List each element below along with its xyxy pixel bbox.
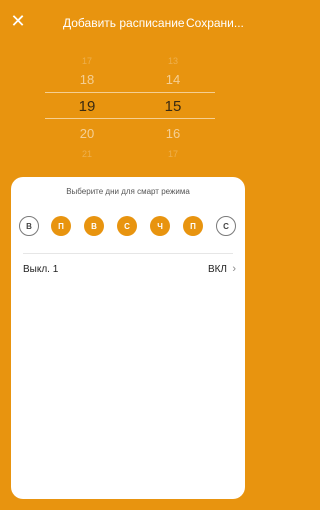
chevron-right-icon: › [232,263,236,275]
day-toggle-saturday[interactable]: С [216,216,236,236]
day-toggle-monday[interactable]: П [51,216,71,236]
hour-option[interactable]: 18 [57,72,117,87]
day-toggle-thursday[interactable]: Ч [150,216,170,236]
hour-option[interactable]: 17 [57,56,117,66]
picker-selection-line-bottom [45,118,215,119]
top-bar: ✕ Добавить расписание Сохрани... [0,0,251,42]
divider [23,253,233,254]
hour-selected[interactable]: 19 [57,98,117,115]
day-toggle-sunday[interactable]: В [19,216,39,236]
setting-row-label: Выкл. 1 [23,264,59,275]
minute-option[interactable]: 17 [143,149,203,159]
save-button[interactable]: Сохрани... [186,16,248,30]
day-toggle-wednesday[interactable]: С [117,216,137,236]
minute-option[interactable]: 14 [143,72,203,87]
day-toggle-tuesday[interactable]: В [84,216,104,236]
day-toggle-friday[interactable]: П [183,216,203,236]
hour-option[interactable]: 21 [57,149,117,159]
setting-row-value: ВКЛ [207,264,227,275]
setting-row[interactable]: Выкл. 1 ВКЛ › [11,257,245,283]
minute-option[interactable]: 16 [143,126,203,141]
picker-selection-line-top [45,92,215,93]
minute-option[interactable]: 13 [143,56,203,66]
time-picker[interactable]: 17 18 19 20 21 13 14 15 16 17 [0,48,251,160]
days-sheet: Выберите дни для смарт режима В П В С Ч … [11,177,245,499]
minute-selected[interactable]: 15 [143,98,203,115]
hour-option[interactable]: 20 [57,126,117,141]
close-icon[interactable]: ✕ [9,12,27,30]
page-title: Добавить расписание [63,16,185,30]
sheet-title: Выберите дни для смарт режима [66,187,190,196]
